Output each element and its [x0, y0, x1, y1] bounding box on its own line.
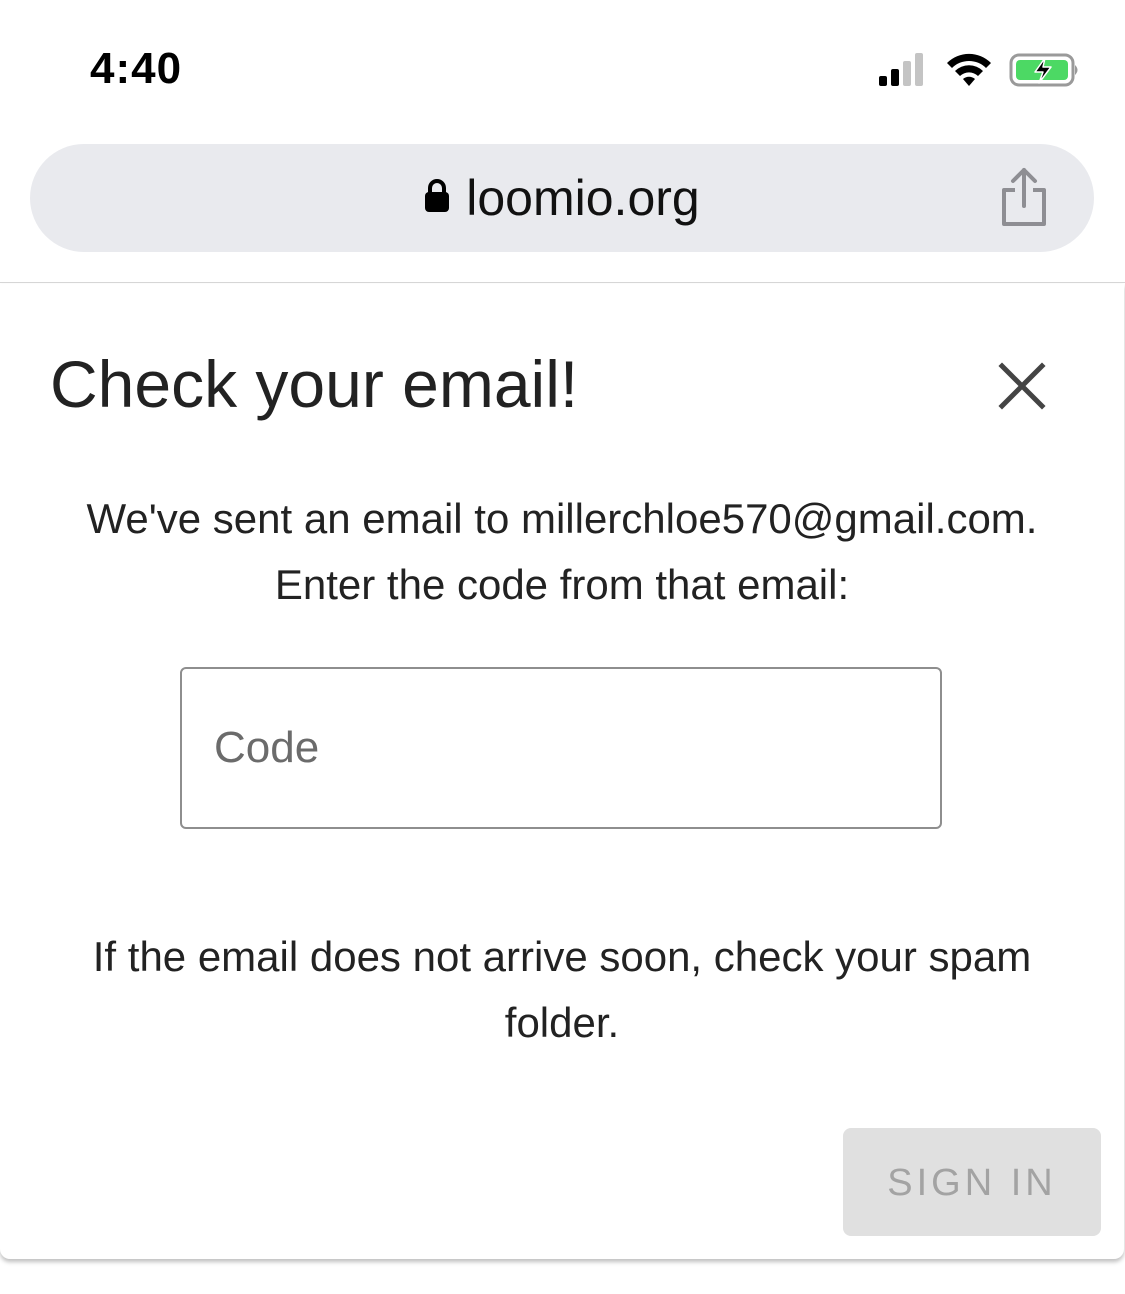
sent-message-line: We've sent an email to millerchloe570@gm…	[86, 495, 1038, 542]
status-time: 4:40	[90, 44, 183, 93]
code-field[interactable]	[180, 667, 942, 829]
lock-icon	[424, 178, 450, 218]
verify-email-dialog: Check your email! We've sent an email to…	[0, 284, 1124, 1259]
sign-in-button[interactable]: SIGN IN	[843, 1128, 1101, 1236]
url-text: loomio.org	[466, 170, 700, 226]
divider	[0, 282, 1125, 283]
status-icons	[879, 50, 1081, 90]
share-icon[interactable]	[998, 166, 1050, 230]
url-display[interactable]: loomio.org	[30, 144, 1094, 252]
sent-message: We've sent an email to millerchloe570@gm…	[0, 486, 1124, 618]
dialog-title: Check your email!	[50, 347, 579, 421]
battery-charging-icon	[1009, 52, 1081, 88]
cellular-signal-icon	[879, 52, 931, 88]
code-input[interactable]	[214, 669, 904, 827]
status-bar: 4:40	[0, 0, 1125, 130]
spam-note: If the email does not arrive soon, check…	[92, 933, 1032, 1046]
close-icon[interactable]	[998, 362, 1046, 410]
address-bar[interactable]: loomio.org	[30, 144, 1094, 252]
wifi-icon	[945, 52, 993, 88]
instruction-line: Enter the code from that email:	[274, 561, 850, 608]
